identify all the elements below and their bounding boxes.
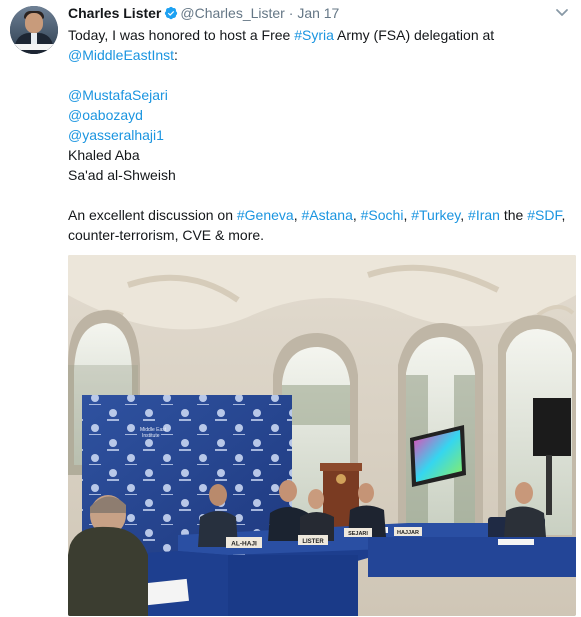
chevron-down-icon[interactable] [555,8,569,18]
conference-room-photo: AL-HAJI LISTER SEJARI HAJJAR Middle East… [68,255,576,616]
mention-mustafasejari[interactable]: @MustafaSejari [68,85,568,105]
tweet-photo[interactable]: AL-HAJI LISTER SEJARI HAJJAR Middle East… [68,255,576,616]
hashtag-turkey[interactable]: #Turkey [411,207,460,223]
tweet-date[interactable]: Jan 17 [297,5,339,21]
name-card-lister: LISTER [302,539,324,545]
text-line: An excellent discussion on #Geneva, #Ast… [68,207,566,223]
author-name[interactable]: Charles Lister [68,5,161,21]
hashtag-sdf[interactable]: #SDF [527,207,561,223]
hashtag-sochi[interactable]: #Sochi [361,207,404,223]
name-card-sejari: SEJARI [348,531,368,537]
mention-oabozayd[interactable]: @oabozayd [68,105,568,125]
name-saad-al-shweish: Sa'ad al-Shweish [68,167,176,183]
separator: · [288,5,294,21]
verified-badge-icon [165,6,178,20]
tweet: Charles Lister @Charles_Lister · Jan 17 T… [0,0,581,617]
text-line: counter-terrorism, CVE & more. [68,227,265,243]
mention-middleeastinst[interactable]: @MiddleEastInst [68,47,174,63]
hashtag-syria[interactable]: #Syria [294,27,334,43]
avatar[interactable] [10,6,58,54]
hashtag-geneva[interactable]: #Geneva [237,207,294,223]
text-line: @MiddleEastInst: [68,47,178,63]
hashtag-iran[interactable]: #Iran [468,207,500,223]
backdrop-brand-line2: Institute [142,433,160,439]
tweet-text: Today, I was honored to host a Free #Syr… [68,25,568,245]
mention-yasseralhaji1[interactable]: @yasseralhaji1 [68,125,568,145]
name-card-hajjar: HAJJAR [397,530,419,536]
author-handle[interactable]: @Charles_Lister [180,5,284,21]
name-card-al-haji: AL-HAJI [231,541,257,548]
text-line: Today, I was honored to host a Free #Syr… [68,27,495,43]
name-khaled-aba: Khaled Aba [68,147,140,163]
hashtag-astana[interactable]: #Astana [301,207,352,223]
tweet-header: Charles Lister @Charles_Lister · Jan 17 [68,4,339,22]
